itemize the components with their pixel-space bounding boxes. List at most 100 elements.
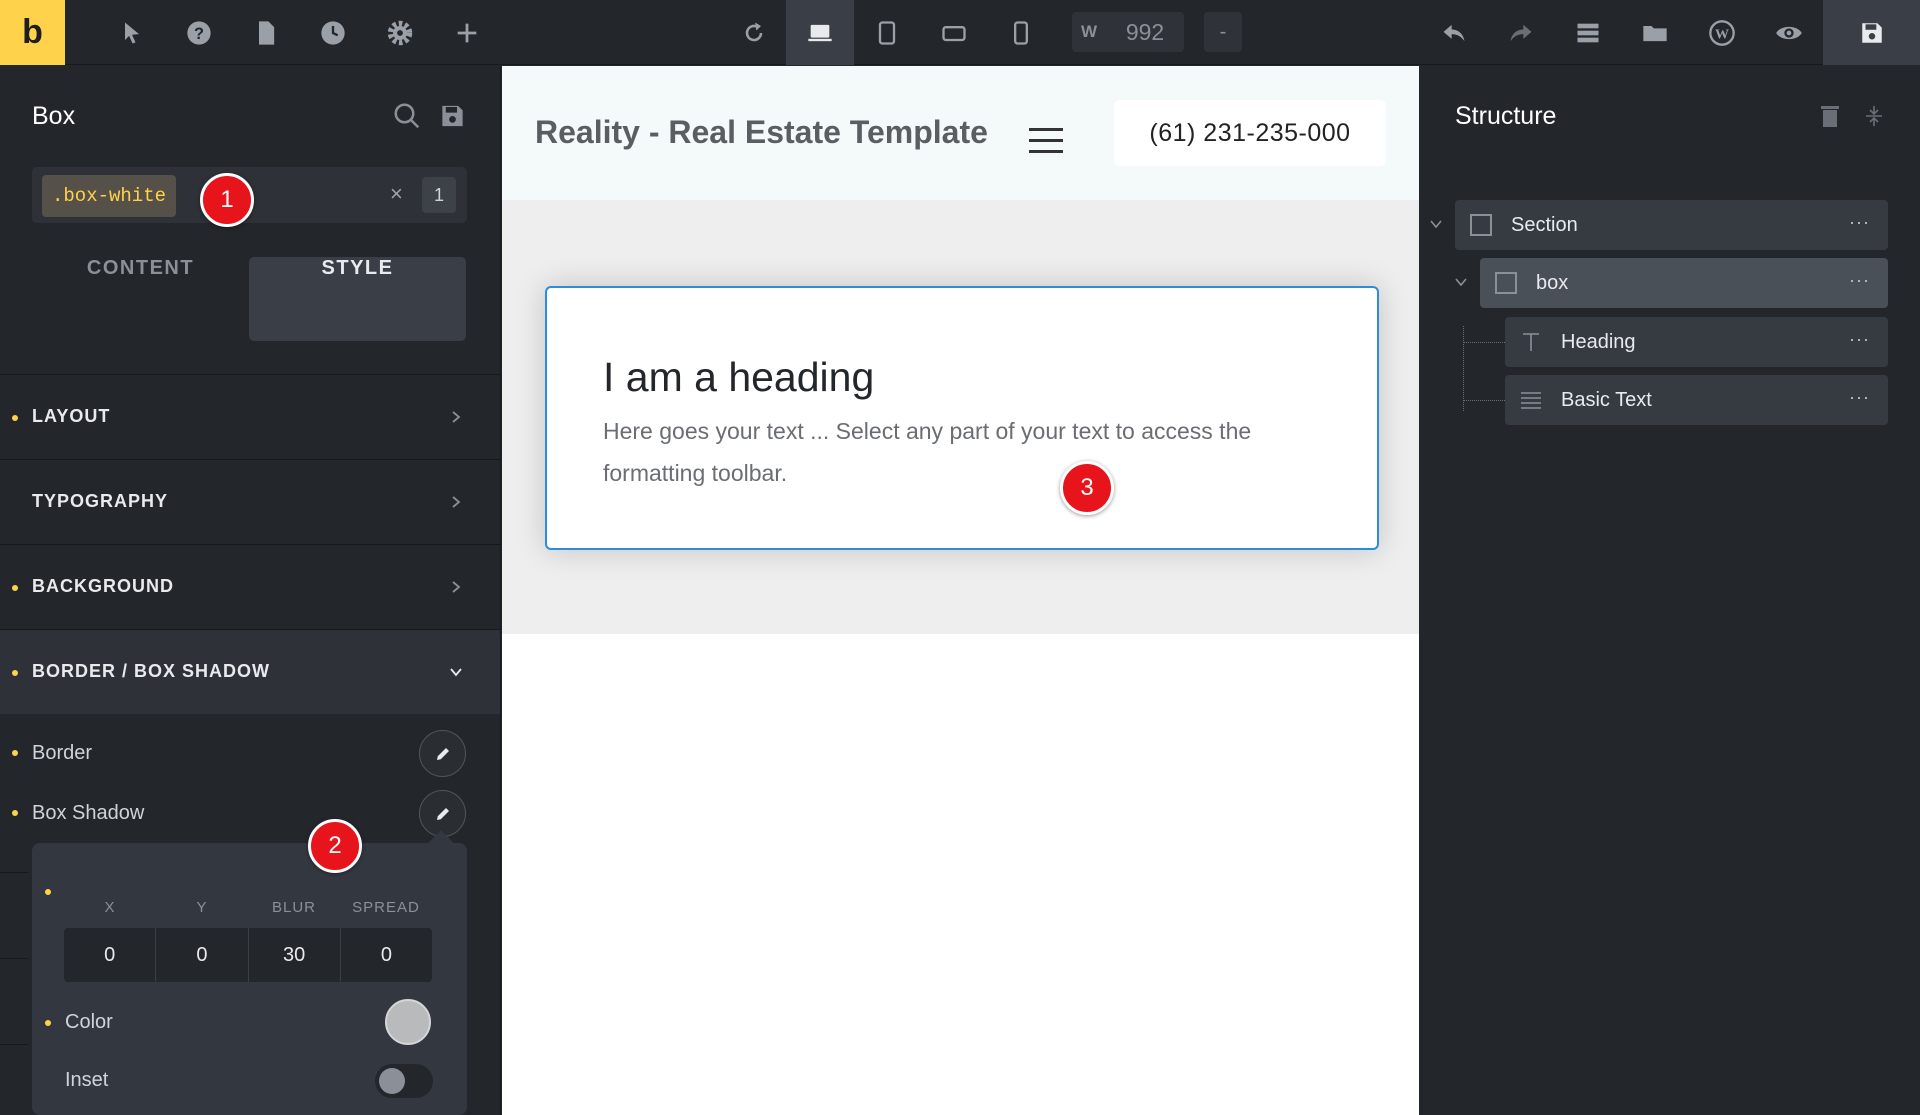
shadow-headers: X Y BLUR SPREAD [64,899,432,916]
chevron-down-icon[interactable] [1428,216,1444,232]
tree-item-section[interactable]: Section ··· [1455,200,1888,250]
shadow-spread-header: SPREAD [352,899,420,916]
help-icon[interactable]: ? [179,13,219,53]
pencil-icon [436,807,449,820]
panel-title: Box [32,102,76,130]
modified-indicator [12,585,18,591]
section-label: BACKGROUND [32,576,174,596]
zoom-field[interactable]: - [1204,12,1242,52]
tablet-landscape-icon[interactable] [934,13,974,53]
shadow-color-label: Color [65,1011,113,1033]
chevron-right-icon [452,581,461,593]
search-icon[interactable] [392,101,422,136]
phone-button[interactable]: (61) 231-235-000 [1114,100,1386,166]
shadow-x-header: X [104,899,116,916]
tree-item-heading[interactable]: Heading ··· [1505,317,1888,367]
width-value[interactable]: 992 [1106,19,1184,46]
structure-list-icon[interactable] [1568,13,1608,53]
chevron-down-icon[interactable] [1453,274,1469,290]
class-tag[interactable]: .box-white [42,175,176,217]
edit-box-shadow-button[interactable] [419,790,466,837]
background-control-row [0,872,28,932]
preview-eye-icon[interactable] [1769,13,1809,53]
box-square-icon [1495,272,1517,294]
section-label: TYPOGRAPHY [32,491,169,511]
structure-panel: Structure Section ··· box ··· Heading ··… [1420,66,1920,1115]
redo-icon[interactable] [1501,13,1541,53]
add-element-icon[interactable] [447,13,487,53]
tab-content[interactable]: CONTENT [32,257,249,341]
section-typography[interactable]: TYPOGRAPHY [0,459,500,544]
save-icon [1861,22,1882,43]
section-label: BORDER / BOX SHADOW [32,661,271,681]
selected-box-element[interactable]: I am a heading Here goes your text ... S… [545,286,1379,550]
shadow-spread-input[interactable]: 0 [341,928,432,982]
tree-guide-line [1463,326,1464,411]
tab-style[interactable]: STYLE [249,257,466,341]
step-marker-2: 2 [308,819,362,873]
pages-icon[interactable] [246,13,286,53]
more-options-icon[interactable]: ··· [1849,270,1870,291]
background-control-row [0,1044,28,1104]
trash-icon[interactable] [1820,104,1840,128]
shadow-x-input[interactable]: 0 [64,928,157,982]
section-border-box-shadow[interactable]: BORDER / BOX SHADOW [0,629,500,714]
more-options-icon[interactable]: ··· [1849,212,1870,233]
tree-item-label: Section [1511,214,1578,236]
modified-indicator [12,750,18,756]
edit-border-button[interactable] [419,730,466,777]
tree-item-label: Basic Text [1561,389,1652,411]
undo-icon[interactable] [1434,13,1474,53]
save-button[interactable] [1823,0,1920,65]
box-shadow-popup: X Y BLUR SPREAD 0 0 30 0 Color Inset [32,830,467,1115]
shadow-color-swatch[interactable] [385,999,431,1045]
inset-toggle[interactable] [375,1064,433,1098]
section-layout[interactable]: LAYOUT [0,374,500,459]
select-cursor-icon[interactable] [112,13,152,53]
class-count-badge: 1 [422,177,456,213]
width-field[interactable]: W 992 [1072,12,1184,52]
wordpress-icon[interactable]: W [1702,13,1742,53]
save-preset-icon[interactable] [439,101,466,136]
reload-icon[interactable] [734,13,774,53]
svg-text:W: W [1715,27,1729,42]
settings-gear-icon[interactable] [380,13,420,53]
mobile-view-icon[interactable] [1001,13,1041,53]
step-marker-1: 1 [200,173,254,227]
shadow-values: 0 0 30 0 [64,928,432,982]
toggle-knob [379,1068,405,1094]
builder-logo[interactable]: b [0,0,65,65]
svg-text:?: ? [194,25,204,43]
clear-class-icon[interactable]: × [390,181,403,207]
tree-guide-line [1463,342,1505,343]
shadow-blur-input[interactable]: 30 [249,928,341,982]
section-square-icon [1470,214,1492,236]
desktop-view-icon[interactable] [786,0,854,65]
history-clock-icon[interactable] [313,13,353,53]
heading-element[interactable]: I am a heading [603,354,874,401]
paragraph-lines-icon [1521,392,1541,409]
tree-item-label: box [1536,272,1569,294]
modified-indicator [12,810,18,816]
section-element[interactable]: I am a heading Here goes your text ... S… [502,200,1419,634]
pencil-icon [436,747,449,760]
hamburger-menu-icon[interactable] [1029,128,1063,154]
shadow-y-input[interactable]: 0 [156,928,249,982]
more-options-icon[interactable]: ··· [1849,387,1870,408]
shadow-y-header: Y [196,899,208,916]
box-shadow-label: Box Shadow [32,802,145,824]
collapse-all-icon[interactable] [1864,104,1884,128]
templates-folder-icon[interactable] [1635,13,1675,53]
structure-title: Structure [1455,102,1557,130]
basic-text-element[interactable]: Here goes your text ... Select any part … [603,410,1323,494]
chevron-down-icon [450,668,462,677]
tree-item-basic-text[interactable]: Basic Text ··· [1505,375,1888,425]
step-marker-3: 3 [1060,461,1114,515]
tablet-portrait-icon[interactable] [867,13,907,53]
site-title[interactable]: Reality - Real Estate Template [535,114,988,151]
site-header: Reality - Real Estate Template (61) 231-… [502,66,1419,200]
inset-label: Inset [65,1069,109,1091]
more-options-icon[interactable]: ··· [1849,329,1870,350]
section-background[interactable]: BACKGROUND [0,544,500,629]
tree-item-box[interactable]: box ··· [1480,258,1888,308]
